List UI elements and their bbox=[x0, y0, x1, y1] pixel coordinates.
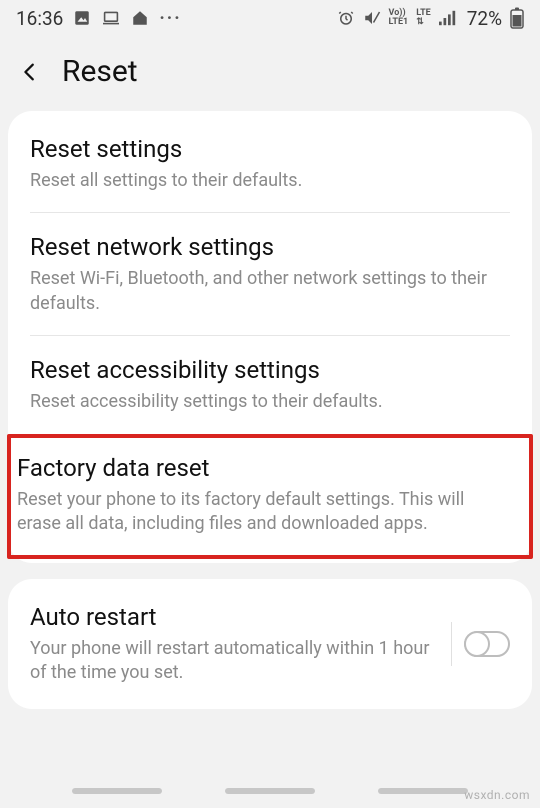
back-button[interactable] bbox=[16, 58, 44, 86]
gallery-icon bbox=[73, 9, 91, 27]
status-time: 16:36 bbox=[16, 7, 63, 30]
battery-icon bbox=[510, 7, 524, 29]
reset-network-item[interactable]: Reset network settings Reset Wi-Fi, Blue… bbox=[8, 213, 532, 336]
laptop-icon bbox=[101, 10, 121, 26]
auto-restart-item[interactable]: Auto restart Your phone will restart aut… bbox=[8, 583, 532, 706]
item-title: Auto restart bbox=[30, 603, 439, 631]
factory-reset-item[interactable]: Factory data reset Reset your phone to i… bbox=[11, 438, 529, 555]
lte-icon: LTE⇅ bbox=[416, 9, 431, 27]
auto-restart-toggle[interactable] bbox=[464, 631, 510, 657]
item-desc: Your phone will restart automatically wi… bbox=[30, 637, 439, 686]
signal-icon bbox=[439, 10, 457, 26]
item-desc: Reset accessibility settings to their de… bbox=[30, 390, 510, 414]
nav-home[interactable] bbox=[225, 788, 315, 794]
status-right: Vo))LTE1 LTE⇅ 72% bbox=[337, 7, 524, 30]
item-desc: Reset your phone to its factory default … bbox=[17, 488, 511, 537]
status-left: 16:36 ··· bbox=[16, 7, 182, 30]
item-title: Reset network settings bbox=[30, 233, 510, 261]
factory-reset-highlight: Factory data reset Reset your phone to i… bbox=[7, 434, 533, 559]
item-title: Reset accessibility settings bbox=[30, 356, 510, 384]
volte-icon: Vo))LTE1 bbox=[389, 9, 409, 27]
reset-accessibility-item[interactable]: Reset accessibility settings Reset acces… bbox=[8, 336, 532, 434]
nav-bar bbox=[0, 788, 540, 794]
nav-recents[interactable] bbox=[72, 788, 162, 794]
toggle-knob bbox=[464, 631, 490, 657]
nav-back[interactable] bbox=[378, 788, 468, 794]
reset-options-card: Reset settings Reset all settings to the… bbox=[8, 111, 532, 563]
home-icon bbox=[131, 9, 149, 27]
status-bar: 16:36 ··· Vo))LTE1 LTE⇅ 72% bbox=[0, 0, 540, 36]
more-icon: ··· bbox=[159, 8, 181, 29]
watermark: wsxdn.com bbox=[464, 788, 530, 802]
item-desc: Reset Wi-Fi, Bluetooth, and other networ… bbox=[30, 267, 510, 316]
alarm-icon bbox=[337, 9, 355, 27]
header: Reset bbox=[0, 36, 540, 111]
auto-restart-card: Auto restart Your phone will restart aut… bbox=[8, 579, 532, 710]
reset-settings-item[interactable]: Reset settings Reset all settings to the… bbox=[8, 115, 532, 213]
battery-percent: 72% bbox=[467, 7, 502, 30]
page-title: Reset bbox=[62, 54, 138, 89]
mute-icon bbox=[363, 9, 381, 27]
divider bbox=[451, 622, 452, 666]
item-title: Reset settings bbox=[30, 135, 510, 163]
item-desc: Reset all settings to their defaults. bbox=[30, 169, 510, 193]
item-title: Factory data reset bbox=[17, 454, 511, 482]
